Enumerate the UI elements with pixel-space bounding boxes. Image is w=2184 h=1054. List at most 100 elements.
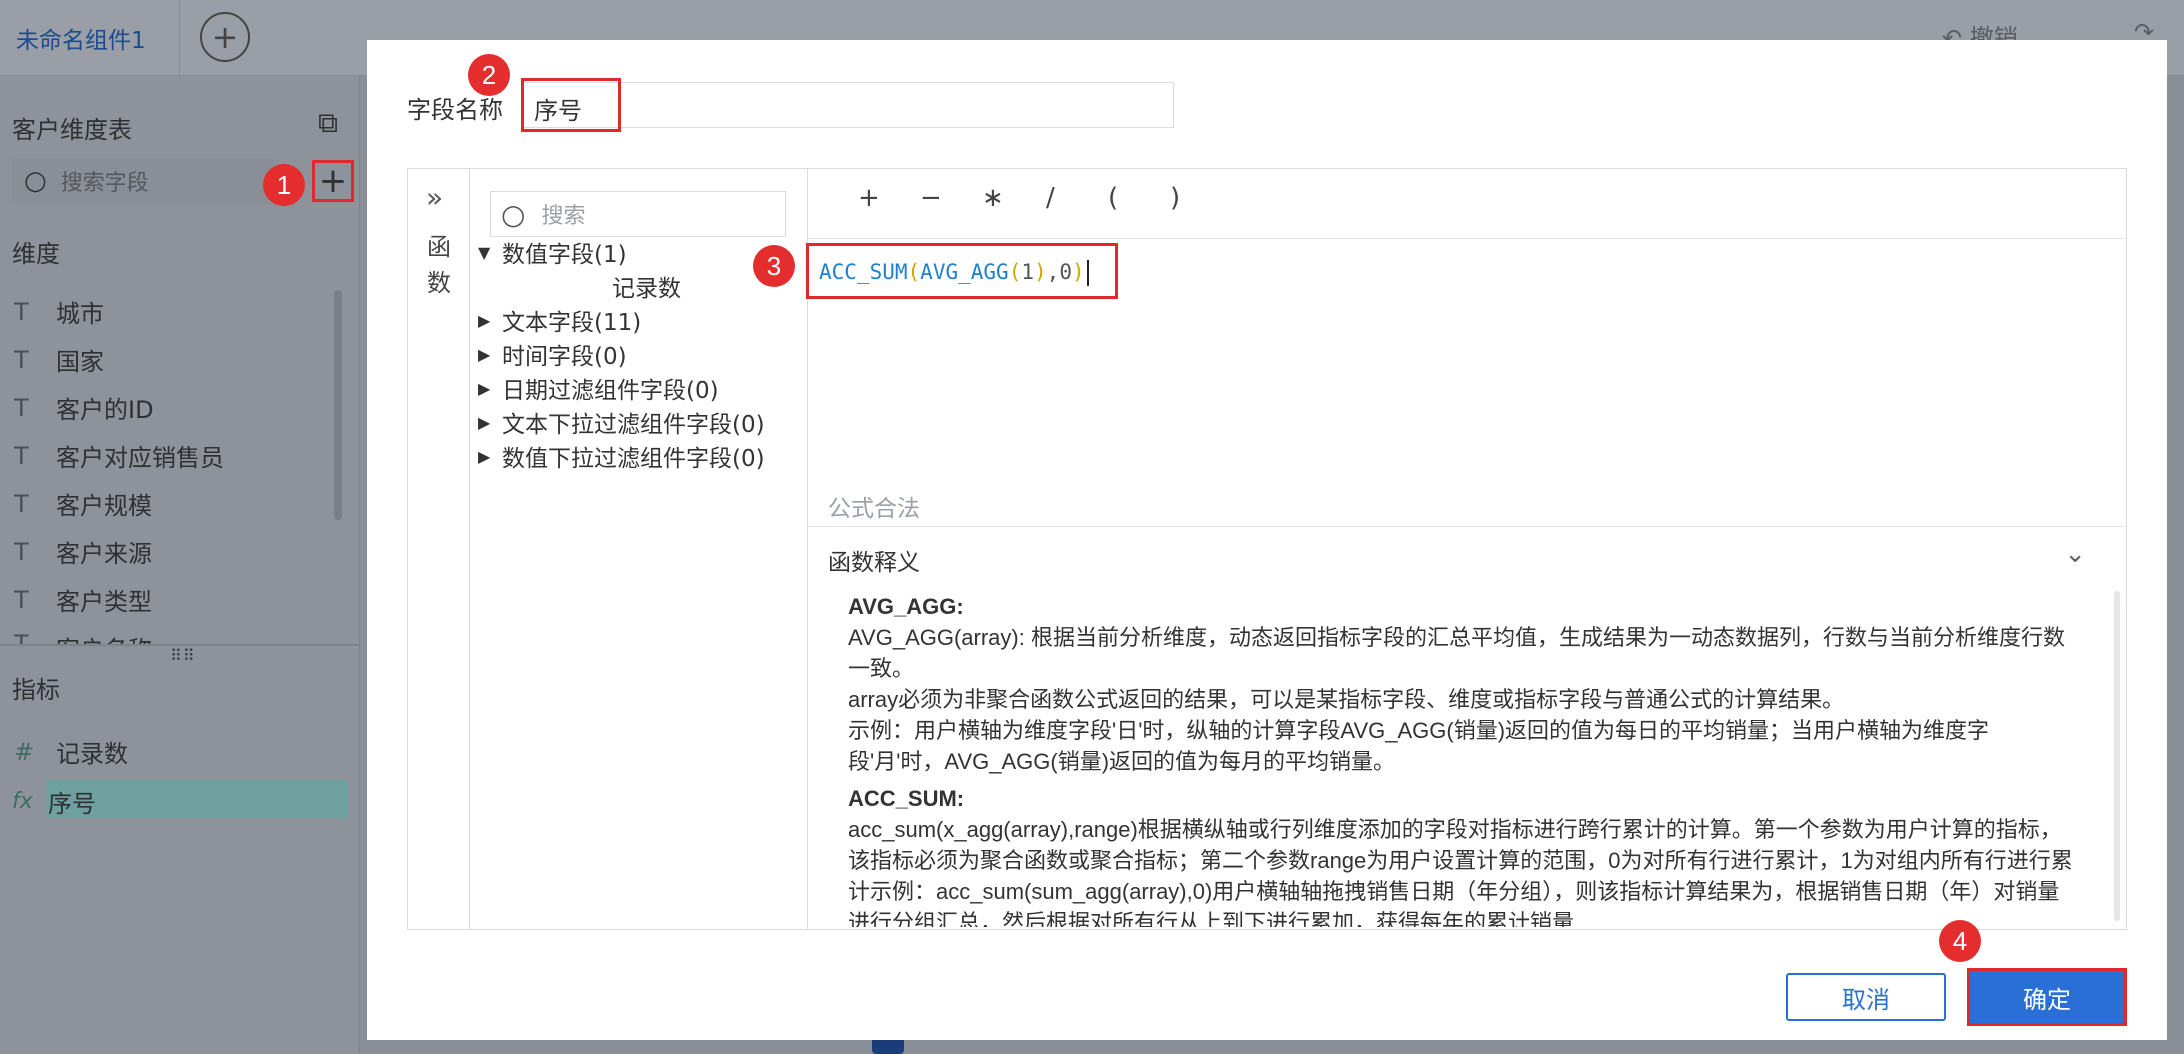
dimension-item[interactable]: T 客户对应销售员 [14,438,224,473]
step-badge-3: 3 [753,245,795,287]
search-placeholder: 搜索字段 [60,171,149,196]
minus-operator-button[interactable]: − [920,183,942,213]
field-name-value[interactable]: 序号 [521,78,621,132]
add-field-button[interactable]: + [312,160,354,202]
confirm-button[interactable]: 确定 [1967,968,2127,1026]
cancel-button[interactable]: 取消 [1786,973,1946,1021]
step-badge-4: 4 [1939,920,1981,962]
dimension-label: 客户来源 [56,540,152,568]
divide-operator-button[interactable]: / [1046,183,1055,213]
search-placeholder: 搜索 [541,204,586,229]
explanation-text: 示例：用户横轴为维度字段'日'时，纵轴的计算字段AVG_AGG(销量)返回的值为… [848,718,1990,774]
search-icon: ○ [501,197,526,231]
tree-group-label: 日期过滤组件字段(0) [502,378,719,404]
formula-type-icon: fx [12,789,33,814]
formula-status: 公式合法 [828,496,920,522]
function-name: AVG_AGG: [848,594,964,619]
field-search-input[interactable]: ○ 搜索字段 [12,158,274,204]
plus-operator-button[interactable]: + [858,183,880,213]
dimension-label: 城市 [56,300,104,328]
formula-area: + − ∗ / ( ) ACC_SUM(AVG_AGG(1),0) 公式合法 函… [806,169,2126,929]
explanation-scrollbar[interactable] [2114,591,2120,921]
formula-function: AVG_AGG [920,260,1009,284]
tree-group-label: 数值字段(1) [502,242,627,268]
dimension-item[interactable]: T 客户来源 [14,534,152,569]
text-type-icon: T [14,537,29,566]
sidebar-scrollbar[interactable] [334,290,342,520]
field-tree-search[interactable]: ○ 搜索 [490,191,786,237]
formula-editor: » 函数 ○ 搜索 ▼ 数值字段(1) 记录数 ▶ 文本字段(11) ▶ 时间字段(0… [407,168,2127,930]
tree-group-text-dropdown[interactable]: ▶ 文本下拉过滤组件字段(0) [478,405,765,439]
formula-function: ACC_SUM [819,260,908,284]
switch-table-icon[interactable]: ⧉ [318,106,338,140]
explanation-text: array必须为非聚合函数公式返回的结果，可以是某指标字段、维度或指标字段与普通… [848,687,1845,712]
number-type-icon: # [14,737,35,766]
measure-item[interactable]: # 记录数 [14,734,128,769]
add-tab-button[interactable]: + [200,12,250,62]
field-tree-panel: ○ 搜索 ▼ 数值字段(1) 记录数 ▶ 文本字段(11) ▶ 时间字段(0) ▶ 日期… [470,169,808,929]
function-explanation-body: AVG_AGG: AVG_AGG(array): 根据当前分析维度，动态返回指标… [848,591,2078,927]
text-type-icon: T [14,297,29,326]
step-badge-1: 1 [263,164,305,206]
measure-label: 记录数 [56,740,128,768]
chevron-down-icon[interactable]: ⌄ [2064,539,2086,569]
tree-group-label: 文本下拉过滤组件字段(0) [502,412,765,438]
formula-input[interactable]: ACC_SUM(AVG_AGG(1),0) [806,243,1118,299]
caret-right-icon: ▶ [478,310,491,330]
formula-argument: 1 [1021,260,1034,284]
dimension-item[interactable]: T 城市 [14,294,104,329]
text-type-icon: T [14,345,29,374]
tree-group-label: 数值下拉过滤组件字段(0) [502,446,765,472]
dimensions-title: 维度 [12,240,60,268]
measures-title: 指标 [12,676,60,704]
formula-paren: ( [907,260,921,284]
formula-text: ACC_SUM(AVG_AGG(1),0) [819,260,1089,286]
caret-right-icon: ▶ [478,446,491,466]
dimension-label: 客户的ID [56,396,154,424]
measure-label: 序号 [48,790,96,818]
text-cursor [1086,260,1089,286]
table-name: 客户维度表 [12,116,132,144]
formula-argument: 0 [1059,260,1072,284]
expand-icon: » [426,181,444,214]
explanation-text: acc_sum(x_agg(array),range)根据横纵轴或行列维度添加的… [848,817,2073,927]
dimension-label: 国家 [56,348,104,376]
dimension-label: 客户对应销售员 [56,444,224,472]
tree-group-text[interactable]: ▶ 文本字段(11) [478,303,641,337]
function-explanation-header[interactable]: 函数释义 ⌄ [808,526,2126,584]
caret-right-icon: ▶ [478,378,491,398]
operator-toolbar: + − ∗ / ( ) [808,169,2126,239]
field-sidebar: 客户维度表 ⧉ ○ 搜索字段 + 维度 T 城市 T 国家 T 客户的ID T 客户对应… [0,76,360,1054]
function-panel-toggle[interactable]: » 函数 [408,169,470,929]
dimension-label: 客户规模 [56,492,152,520]
tree-group-time[interactable]: ▶ 时间字段(0) [478,337,627,371]
dimension-item[interactable]: T 客户名称 [14,630,152,644]
text-type-icon: T [14,489,29,518]
formula-paren: ) [1034,260,1047,284]
dimension-item[interactable]: T 客户的ID [14,390,154,425]
explanation-title: 函数释义 [828,550,920,576]
caret-down-icon: ▼ [478,242,491,262]
measure-item-selected[interactable]: fx 序号 [12,784,96,819]
formula-paren: ( [1008,260,1022,284]
text-type-icon: T [14,393,29,422]
dimension-label: 客户名称 [56,630,152,644]
dimension-item[interactable]: T 客户类型 [14,582,152,617]
open-paren-button[interactable]: ( [1108,183,1118,213]
multiply-operator-button[interactable]: ∗ [982,183,1004,213]
dimension-label: 客户类型 [56,588,152,616]
search-icon: ○ [24,166,47,196]
dimension-item[interactable]: T 客户规模 [14,486,152,521]
resize-grip-icon[interactable]: ⠿⠿ [170,646,195,665]
tree-group-label: 时间字段(0) [502,344,627,370]
explanation-text: AVG_AGG(array): 根据当前分析维度，动态返回指标字段的汇总平均值，… [848,625,2065,681]
tree-leaf-record-count[interactable]: 记录数 [612,269,681,303]
tab-component-1[interactable]: 未命名组件1 [0,0,180,76]
dimension-item[interactable]: T 国家 [14,342,104,377]
tree-group-date-filter[interactable]: ▶ 日期过滤组件字段(0) [478,371,719,405]
tree-group-number-dropdown[interactable]: ▶ 数值下拉过滤组件字段(0) [478,439,765,473]
tree-group-numeric[interactable]: ▼ 数值字段(1) [478,235,627,269]
caret-right-icon: ▶ [478,344,491,364]
text-type-icon: T [14,585,29,614]
close-paren-button[interactable]: ) [1170,183,1180,213]
